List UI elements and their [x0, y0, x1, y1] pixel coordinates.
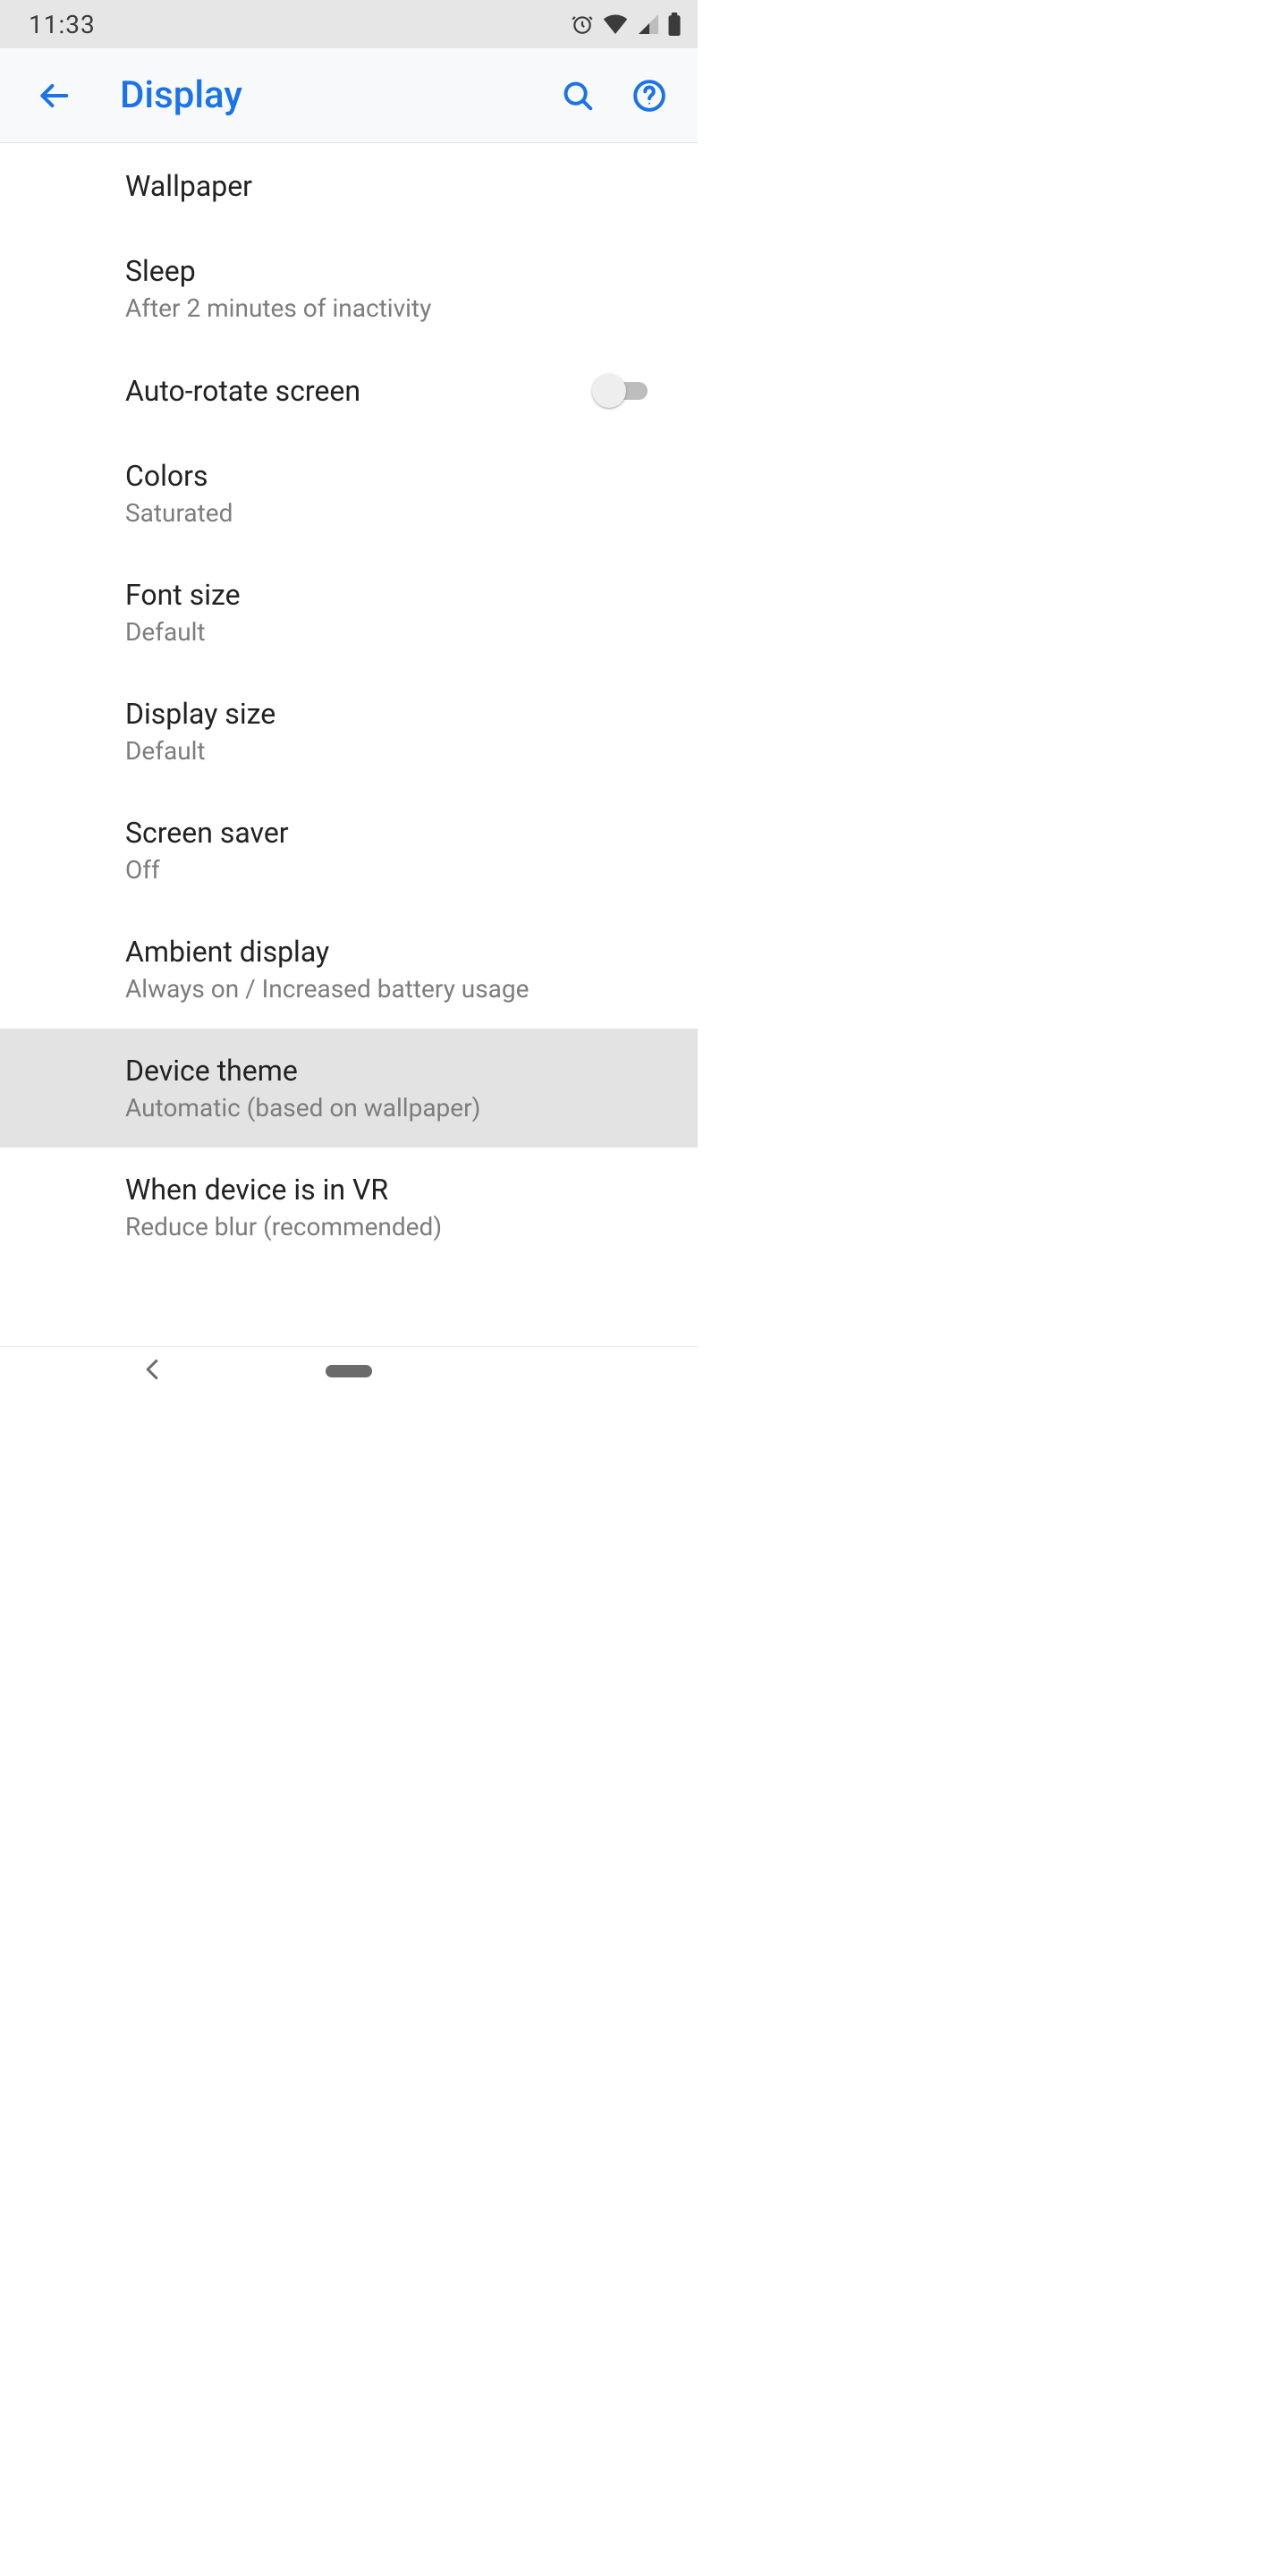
item-subtitle: After 2 minutes of inactivity — [125, 293, 662, 323]
item-ambient-display[interactable]: Ambient display Always on / Increased bat… — [0, 910, 698, 1029]
back-button[interactable] — [32, 74, 75, 117]
chevron-left-icon — [143, 1359, 161, 1380]
status-icons — [571, 13, 682, 36]
item-title: Colors — [125, 459, 662, 493]
app-bar: Display — [0, 48, 698, 143]
item-subtitle: Saturated — [125, 498, 662, 528]
status-time: 11:33 — [29, 10, 96, 39]
settings-list: Wallpaper Sleep After 2 minutes of inactiv… — [0, 143, 698, 1346]
search-icon — [561, 79, 595, 113]
item-title: Ambient display — [125, 935, 662, 969]
item-text: Auto-rotate screen — [125, 374, 592, 408]
item-text: When device is in VR Reduce blur (recomme… — [125, 1173, 662, 1241]
nav-back-button[interactable] — [143, 1359, 161, 1384]
item-subtitle: Always on / Increased battery usage — [125, 974, 662, 1004]
item-title: Device theme — [125, 1054, 662, 1088]
item-display-size[interactable]: Display size Default — [0, 672, 698, 791]
help-icon — [632, 79, 666, 113]
toggle-switch[interactable] — [592, 374, 653, 408]
battery-icon — [667, 13, 682, 36]
item-title: When device is in VR — [125, 1173, 662, 1207]
item-text: Font size Default — [125, 578, 662, 647]
search-button[interactable] — [553, 71, 603, 121]
item-title: Sleep — [125, 254, 662, 288]
item-text: Display size Default — [125, 697, 662, 766]
item-subtitle: Default — [125, 736, 662, 766]
item-title: Display size — [125, 697, 662, 731]
item-auto-rotate[interactable]: Auto-rotate screen — [0, 348, 698, 434]
item-subtitle: Off — [125, 855, 662, 885]
item-device-theme[interactable]: Device theme Automatic (based on wallpape… — [0, 1029, 698, 1148]
item-screen-saver[interactable]: Screen saver Off — [0, 791, 698, 910]
item-subtitle: Default — [125, 617, 662, 647]
status-bar: 11:33 — [0, 0, 698, 48]
item-subtitle: Reduce blur (recommended) — [125, 1212, 662, 1241]
switch-thumb — [592, 374, 626, 408]
alarm-icon — [571, 13, 594, 36]
cell-signal-icon — [637, 14, 658, 34]
item-sleep[interactable]: Sleep After 2 minutes of inactivity — [0, 229, 698, 348]
item-text: Ambient display Always on / Increased bat… — [125, 935, 662, 1004]
item-title: Screen saver — [125, 816, 662, 850]
wifi-icon — [603, 14, 628, 34]
nav-home-pill[interactable] — [326, 1365, 372, 1377]
item-font-size[interactable]: Font size Default — [0, 553, 698, 672]
help-button[interactable] — [624, 71, 674, 121]
item-text: Wallpaper — [125, 169, 662, 203]
item-colors[interactable]: Colors Saturated — [0, 434, 698, 553]
item-vr[interactable]: When device is in VR Reduce blur (recomme… — [0, 1148, 698, 1267]
item-text: Screen saver Off — [125, 816, 662, 885]
item-wallpaper[interactable]: Wallpaper — [0, 143, 698, 229]
item-subtitle: Automatic (based on wallpaper) — [125, 1093, 662, 1123]
arrow-left-icon — [37, 79, 71, 113]
item-text: Colors Saturated — [125, 459, 662, 528]
item-text: Sleep After 2 minutes of inactivity — [125, 254, 662, 323]
page-title: Display — [120, 73, 531, 117]
item-title: Auto-rotate screen — [125, 374, 592, 408]
item-title: Wallpaper — [125, 169, 662, 203]
nav-bar — [0, 1347, 698, 1395]
item-text: Device theme Automatic (based on wallpape… — [125, 1054, 662, 1123]
item-title: Font size — [125, 578, 662, 612]
